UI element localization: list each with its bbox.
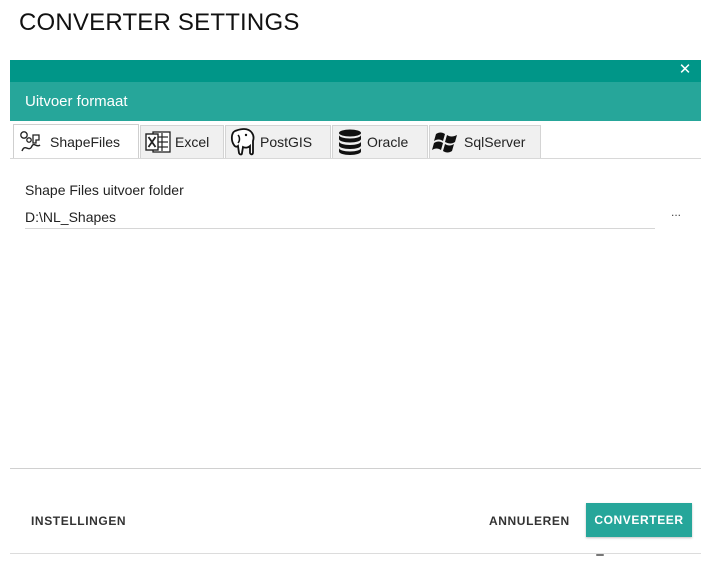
tab-label: PostGIS [260, 134, 313, 150]
tab-excel[interactable]: Excel [140, 125, 224, 158]
dialog-title: Uitvoer formaat [25, 93, 128, 110]
tab-sqlserver[interactable]: SqlServer [429, 125, 541, 158]
tab-label: Excel [175, 134, 210, 150]
dialog-topbar: ✕ [10, 60, 701, 82]
format-tabs: ShapeFiles Excel PostGIS Oracle SqlServe… [10, 121, 701, 159]
convert-button[interactable]: CONVERTEER [586, 503, 692, 537]
output-folder-input[interactable]: D:\NL_Shapes [25, 208, 655, 229]
page-title: CONVERTER SETTINGS [19, 9, 300, 36]
tab-label: Oracle [367, 134, 409, 150]
resize-handle[interactable] [596, 554, 604, 556]
shapes-icon [14, 127, 48, 157]
elephant-icon [226, 127, 260, 157]
database-icon [333, 127, 367, 157]
tab-label: SqlServer [464, 134, 526, 150]
settings-button[interactable]: INSTELLINGEN [31, 514, 126, 528]
tab-postgis[interactable]: PostGIS [225, 125, 331, 158]
footer-divider [10, 468, 701, 469]
excel-icon [141, 127, 175, 157]
browse-button[interactable]: ... [667, 206, 685, 222]
tab-label: ShapeFiles [50, 133, 121, 150]
dialog-header: Uitvoer formaat [10, 82, 701, 121]
close-icon[interactable]: ✕ [677, 61, 693, 79]
cancel-button[interactable]: ANNULEREN [489, 514, 570, 528]
tab-oracle[interactable]: Oracle [332, 125, 428, 158]
converter-dialog: ✕ Uitvoer formaat ShapeFiles Excel PostG… [10, 60, 701, 556]
tab-shapefiles[interactable]: ShapeFiles [13, 124, 139, 158]
windows-icon [430, 127, 464, 157]
output-folder-label: Shape Files uitvoer folder [25, 182, 184, 198]
